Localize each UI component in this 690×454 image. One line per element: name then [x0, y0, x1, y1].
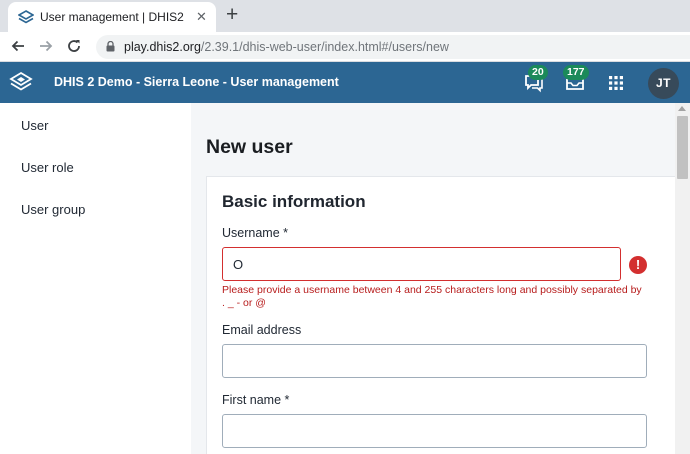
- sidebar-item-user-group[interactable]: User group: [21, 202, 85, 217]
- browser-tab[interactable]: User management | DHIS2 ✕: [8, 2, 216, 32]
- address-bar[interactable]: play.dhis2.org/2.39.1/dhis-web-user/inde…: [96, 35, 690, 59]
- lock-icon: [106, 41, 115, 52]
- basic-information-card: Basic information Username * ! Please pr…: [206, 176, 675, 454]
- dhis2-logo-icon[interactable]: [8, 70, 34, 94]
- username-input[interactable]: [222, 247, 621, 281]
- reload-icon[interactable]: [66, 38, 82, 54]
- main-content: New user Basic information Username * ! …: [191, 103, 675, 454]
- app-title: DHIS 2 Demo - Sierra Leone - User manage…: [54, 75, 339, 89]
- dhis2-favicon-icon: [18, 10, 34, 24]
- app-header: DHIS 2 Demo - Sierra Leone - User manage…: [0, 62, 690, 103]
- first-name-input[interactable]: [222, 414, 647, 448]
- page-title: New user: [206, 136, 293, 158]
- browser-toolbar: play.dhis2.org/2.39.1/dhis-web-user/inde…: [0, 32, 690, 62]
- messages-badge: 177: [563, 65, 589, 80]
- error-icon: !: [629, 256, 647, 274]
- sidebar-item-user[interactable]: User: [21, 118, 48, 133]
- new-tab-button[interactable]: +: [226, 3, 238, 27]
- forward-arrow-icon[interactable]: [38, 38, 54, 54]
- interpretations-badge: 20: [528, 65, 548, 80]
- apps-grid-icon[interactable]: [609, 76, 623, 90]
- url-path: /2.39.1/dhis-web-user/index.html#/users/…: [200, 40, 449, 54]
- username-error-message: Please provide a username between 4 and …: [222, 284, 642, 309]
- url-host: play.dhis2.org: [124, 40, 201, 54]
- url-text: play.dhis2.org/2.39.1/dhis-web-user/inde…: [124, 40, 449, 54]
- sidebar: User User role User group: [0, 103, 191, 454]
- username-label: Username *: [222, 226, 288, 240]
- sidebar-item-user-role[interactable]: User role: [21, 160, 74, 175]
- section-title: Basic information: [222, 192, 366, 211]
- tab-close-icon[interactable]: ✕: [196, 9, 207, 25]
- scroll-thumb[interactable]: [677, 116, 688, 179]
- tab-title: User management | DHIS2: [40, 10, 184, 24]
- page-scrollbar[interactable]: [675, 103, 690, 454]
- back-arrow-icon[interactable]: [10, 38, 26, 54]
- browser-tab-strip: User management | DHIS2 ✕ +: [0, 0, 690, 32]
- first-name-label: First name *: [222, 393, 290, 407]
- email-label: Email address: [222, 323, 302, 337]
- email-input[interactable]: [222, 344, 647, 378]
- scroll-up-arrow-icon[interactable]: [678, 106, 686, 111]
- user-avatar[interactable]: JT: [648, 68, 679, 99]
